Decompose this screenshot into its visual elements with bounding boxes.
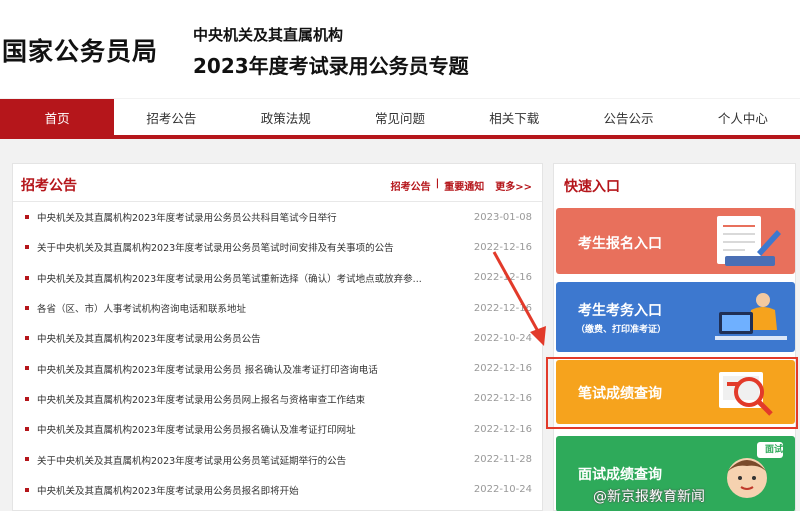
interview-score-query-label: 面试成绩查询 [578, 467, 662, 483]
registration-entry-label: 考生报名入口 [578, 236, 662, 252]
announcements-header: 招考公告 招考公告 | 重要通知 更多>> [13, 164, 542, 202]
bullet-icon [25, 366, 29, 371]
news-title[interactable]: 关于中央机关及其直属机构2023年度考试录用公务员笔试时间安排及有关事项的公告 [37, 240, 442, 254]
news-date: 2022-10-24 [473, 484, 532, 496]
nav-item-policies[interactable]: 政策法规 [229, 99, 343, 135]
news-title[interactable]: 中央机关及其直属机构2023年度考试录用公务员 报名确认及准考证打印咨询电话 [37, 362, 442, 376]
list-item[interactable]: 关于中央机关及其直属机构2023年度考试录用公务员笔试延期举行的公告 2022-1… [13, 444, 542, 474]
list-item[interactable]: 中央机关及其直属机构2023年度考试录用公务员网上报名与资格审查工作结束 2022… [13, 384, 542, 414]
news-date: 2022-12-16 [473, 423, 532, 435]
exam-affairs-entry-sublabel: （缴费、打印准考证） [576, 325, 667, 335]
announcements-title: 招考公告 [21, 178, 77, 194]
news-title[interactable]: 关于中央机关及其直属机构2023年度考试录用公务员笔试延期举行的公告 [37, 453, 442, 467]
bullet-icon [25, 427, 29, 432]
quick-entry-panel: 快速入口 考生报名入口 考生考务入口 （缴费、打印准考证） 笔试成绩查询 面试成… [553, 163, 796, 511]
main-nav: 首页 招考公告 政策法规 常见问题 相关下载 公告公示 个人中心 [0, 99, 800, 139]
list-item[interactable]: 中央机关及其直属机构2023年度考试录用公务员笔试重新选择（确认）考试地点或放弃… [13, 263, 542, 293]
news-title[interactable]: 各省（区、市）人事考试机构咨询电话和联系地址 [37, 301, 442, 315]
registration-form-icon [717, 216, 781, 266]
bullet-icon [25, 396, 29, 401]
person-computer-icon [715, 293, 787, 340]
news-title[interactable]: 中央机关及其直属机构2023年度考试录用公务员公共科目笔试今日举行 [37, 210, 442, 224]
highlight-box [546, 357, 798, 429]
bullet-icon [25, 305, 29, 310]
registration-entry-card[interactable]: 考生报名入口 [556, 208, 795, 274]
interview-badge: 面试 [764, 445, 783, 455]
site-logo[interactable]: 国家公务员局 [2, 32, 158, 68]
header-subtitle-line1: 中央机关及其直属机构 [193, 26, 344, 44]
header-subtitle-line2: 2023年度考试录用公务员专题 [193, 54, 469, 78]
news-date: 2022-12-16 [473, 241, 532, 253]
list-item[interactable]: 中央机关及其直属机构2023年度考试录用公务员公告 2022-10-24 [13, 323, 542, 353]
links-separator: | [435, 178, 440, 189]
list-item[interactable]: 各省（区、市）人事考试机构咨询电话和联系地址 2022-12-16 [13, 293, 542, 323]
news-date: 2022-12-16 [473, 363, 532, 375]
news-title[interactable]: 中央机关及其直属机构2023年度考试录用公务员报名即将开始 [37, 483, 442, 497]
list-item[interactable]: 关于中央机关及其直属机构2023年度考试录用公务员笔试时间安排及有关事项的公告 2… [13, 232, 542, 262]
link-recruitment-notice[interactable]: 招考公告 [391, 178, 431, 193]
announcements-panel: 招考公告 招考公告 | 重要通知 更多>> 中央机关及其直属机构2023年度考试… [12, 163, 543, 511]
list-item[interactable]: 中央机关及其直属机构2023年度考试录用公务员公共科目笔试今日举行 2023-01… [13, 202, 542, 232]
news-title[interactable]: 中央机关及其直属机构2023年度考试录用公务员报名确认及准考证打印网址 [37, 422, 442, 436]
announcements-list: 中央机关及其直属机构2023年度考试录用公务员公共科目笔试今日举行 2023-01… [13, 202, 542, 505]
announcements-links: 招考公告 | 重要通知 更多>> [391, 178, 532, 193]
nav-item-home[interactable]: 首页 [0, 99, 115, 135]
nav-item-recruitment-notice[interactable]: 招考公告 [114, 99, 228, 135]
bullet-icon [25, 215, 29, 219]
news-date: 2022-11-28 [473, 454, 532, 466]
news-title[interactable]: 中央机关及其直属机构2023年度考试录用公务员公告 [37, 331, 442, 345]
more-link[interactable]: 更多>> [495, 178, 532, 193]
bullet-icon [25, 275, 29, 280]
news-date: 2022-12-16 [473, 393, 532, 405]
weibo-watermark: @新京报教育新闻 [593, 486, 705, 506]
watermark-text: @新京报教育新闻 [593, 489, 705, 505]
nav-item-personal-center[interactable]: 个人中心 [686, 99, 800, 135]
link-important-notice[interactable]: 重要通知 [444, 178, 484, 193]
list-item[interactable]: 中央机关及其直属机构2023年度考试录用公务员报名确认及准考证打印网址 2022-… [13, 414, 542, 444]
exam-affairs-entry-label: 考生考务入口 [578, 303, 662, 319]
bullet-icon [25, 336, 29, 341]
bullet-icon [25, 245, 29, 250]
exam-affairs-entry-card[interactable]: 考生考务入口 （缴费、打印准考证） [556, 282, 795, 352]
news-date: 2022-10-24 [473, 332, 532, 344]
quick-entry-title: 快速入口 [564, 179, 620, 195]
list-item[interactable]: 中央机关及其直属机构2023年度考试录用公务员 报名确认及准考证打印咨询电话 20… [13, 353, 542, 383]
header-band: 国家公务员局 中央机关及其直属机构 2023年度考试录用公务员专题 [0, 0, 800, 98]
nav-item-faq[interactable]: 常见问题 [343, 99, 457, 135]
news-date: 2023-01-08 [473, 211, 532, 223]
news-date: 2022-12-16 [473, 302, 532, 314]
nav-item-downloads[interactable]: 相关下载 [457, 99, 571, 135]
bullet-icon [25, 487, 29, 492]
news-title[interactable]: 中央机关及其直属机构2023年度考试录用公务员笔试重新选择（确认）考试地点或放弃… [37, 271, 442, 285]
news-date: 2022-12-16 [473, 272, 532, 284]
list-item[interactable]: 中央机关及其直属机构2023年度考试录用公务员报名即将开始 2022-10-24 [13, 475, 542, 505]
news-title[interactable]: 中央机关及其直属机构2023年度考试录用公务员网上报名与资格审查工作结束 [37, 392, 442, 406]
nav-item-public-notices[interactable]: 公告公示 [571, 99, 685, 135]
bullet-icon [25, 457, 29, 462]
